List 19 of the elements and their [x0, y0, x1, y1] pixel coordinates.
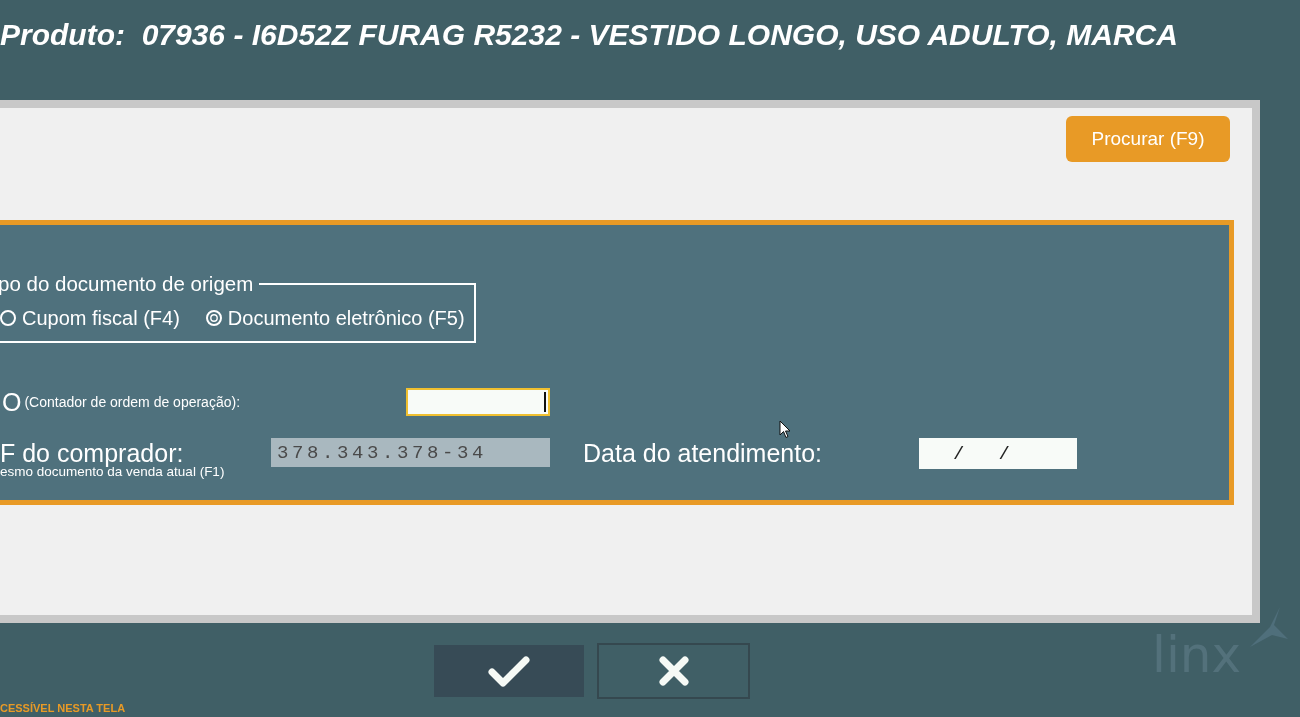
- notice-text: CESSÍVEL NESTA TELA: [0, 702, 126, 714]
- radio-label[interactable]: Documento eletrônico (F5): [227, 306, 465, 330]
- radio-icon[interactable]: [0, 310, 16, 326]
- field-label: F do comprador:: [0, 439, 185, 467]
- group-legend: po do documento de origem: [0, 273, 260, 295]
- text-cursor-icon: [544, 392, 546, 412]
- confirm-button[interactable]: [434, 645, 584, 697]
- close-icon: [657, 655, 690, 687]
- radio-icon[interactable]: [205, 310, 222, 326]
- product-title: Produto: 07936 - I6D52Z FURAG R5232 - VESTIDO LONGO, USO ADULTO, MARCA: [0, 17, 1178, 53]
- field-label: O: [2, 388, 22, 416]
- radio-label[interactable]: Cupom fiscal (F4): [22, 306, 180, 330]
- input-field[interactable]: [406, 388, 550, 416]
- date-field[interactable]: / /: [919, 438, 1077, 469]
- mouse-pointer-icon: [779, 420, 791, 439]
- field-label: Data do atendimento:: [583, 438, 824, 467]
- field-hint: (Contador de ordem de operação):: [24, 394, 241, 410]
- check-icon: [488, 655, 530, 687]
- cancel-button[interactable]: [597, 643, 750, 699]
